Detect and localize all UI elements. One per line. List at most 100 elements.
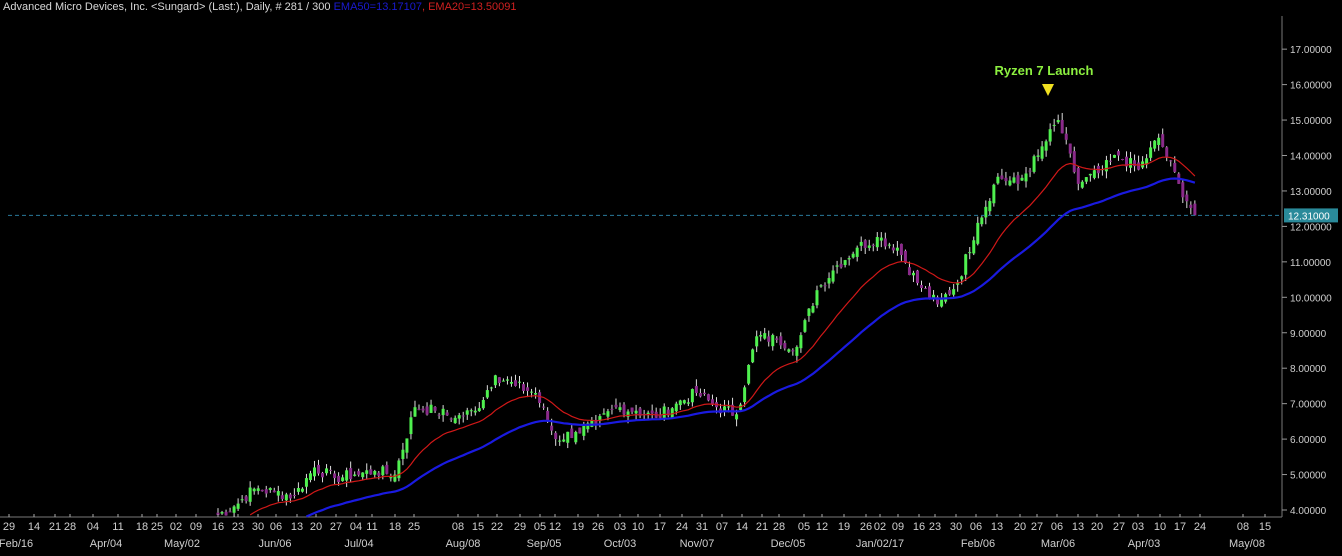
candle-down bbox=[630, 407, 634, 412]
candle-up bbox=[1024, 173, 1028, 182]
candle-down bbox=[357, 471, 361, 475]
x-month-label: May/08 bbox=[1229, 538, 1265, 550]
x-tick-label: 18 bbox=[389, 521, 401, 533]
candle-down bbox=[385, 464, 389, 474]
x-tick-label: 27 bbox=[1031, 521, 1043, 533]
candle-down bbox=[920, 284, 923, 288]
x-tick-label: 26 bbox=[592, 521, 604, 533]
candle-up bbox=[268, 488, 272, 490]
candle-up bbox=[682, 400, 686, 404]
candle-down bbox=[321, 472, 325, 478]
candle-down bbox=[775, 338, 779, 340]
x-month-label: Feb/16 bbox=[0, 538, 33, 550]
candle-up bbox=[509, 381, 513, 384]
candle-up bbox=[276, 491, 280, 496]
candle-down bbox=[767, 336, 771, 342]
x-tick-label: 16 bbox=[913, 521, 925, 533]
candle-up bbox=[341, 477, 345, 482]
x-tick-label: 13 bbox=[291, 521, 303, 533]
candle-down bbox=[791, 350, 795, 352]
x-tick-label: 15 bbox=[472, 521, 484, 533]
candle-up bbox=[690, 389, 694, 403]
candle-up bbox=[795, 346, 799, 356]
x-tick-label: 06 bbox=[970, 521, 982, 533]
x-month-label: Jun/06 bbox=[258, 538, 291, 550]
candle-down bbox=[292, 494, 296, 496]
candle-down bbox=[694, 386, 698, 394]
candle-up bbox=[678, 400, 682, 406]
candle-up bbox=[252, 488, 256, 492]
candle-up bbox=[381, 466, 385, 476]
candle-up bbox=[847, 258, 851, 260]
y-tick-label: 9.00000 bbox=[1290, 329, 1327, 340]
last-price-label: 12.31000 bbox=[1288, 211, 1330, 222]
candle-down bbox=[891, 247, 895, 251]
candle-up bbox=[747, 364, 751, 384]
annotation-marker-icon bbox=[1042, 84, 1054, 96]
candle-down bbox=[948, 290, 952, 295]
x-tick-label: 25 bbox=[151, 521, 163, 533]
x-month-label: Apr/04 bbox=[90, 538, 122, 550]
x-tick-label: 11 bbox=[112, 521, 123, 533]
candle-up bbox=[582, 425, 586, 436]
candle-down bbox=[280, 495, 284, 499]
candle-up bbox=[751, 349, 755, 363]
candle-down bbox=[1116, 151, 1120, 156]
candle-up bbox=[562, 439, 566, 442]
price-chart[interactable]: 12.31000 4.00000 5.00000 6.00000 7.00000 8.0… bbox=[0, 0, 1342, 556]
candles bbox=[216, 112, 1197, 517]
candle-down bbox=[702, 392, 706, 395]
x-tick-label: 23 bbox=[929, 521, 941, 533]
y-tick-label: 11.00000 bbox=[1290, 258, 1331, 269]
candle-up bbox=[1080, 181, 1084, 188]
candle-down bbox=[1108, 160, 1112, 162]
x-month-label: Aug/08 bbox=[446, 538, 481, 550]
candle-down bbox=[522, 384, 526, 391]
candle-up bbox=[530, 391, 534, 393]
candle-up bbox=[453, 417, 457, 424]
candle-up bbox=[807, 308, 811, 316]
candle-up bbox=[763, 333, 767, 339]
candle-up bbox=[1052, 124, 1056, 126]
chart-frame bbox=[0, 16, 1283, 518]
price-axis: 4.00000 5.00000 6.00000 7.00000 8.00000 9.000… bbox=[1282, 45, 1332, 517]
candle-down bbox=[1165, 147, 1169, 157]
x-tick-label: 13 bbox=[1072, 521, 1084, 533]
candle-up bbox=[964, 254, 968, 275]
candle-down bbox=[1016, 175, 1020, 184]
candle-up bbox=[815, 290, 819, 306]
x-tick-label: 10 bbox=[632, 521, 644, 533]
x-month-label: Feb/06 bbox=[961, 538, 995, 550]
candle-up bbox=[634, 410, 638, 414]
candle-up bbox=[743, 387, 747, 403]
candle-up bbox=[232, 506, 236, 513]
candle-up bbox=[401, 449, 405, 459]
candle-up bbox=[248, 487, 252, 502]
y-tick-label: 4.00000 bbox=[1290, 506, 1327, 517]
candle-up bbox=[1040, 146, 1044, 159]
candle-down bbox=[554, 432, 558, 440]
y-tick-label: 6.00000 bbox=[1290, 435, 1327, 446]
candle-down bbox=[538, 392, 542, 403]
candle-up bbox=[429, 404, 433, 413]
x-tick-label: 05 bbox=[798, 521, 810, 533]
candle-up bbox=[1012, 177, 1016, 183]
x-tick-label: 03 bbox=[1132, 521, 1144, 533]
candle-down bbox=[244, 496, 248, 502]
candle-down bbox=[823, 285, 827, 287]
candle-down bbox=[863, 240, 867, 248]
candle-down bbox=[288, 494, 292, 499]
x-month-label: Jul/04 bbox=[344, 538, 373, 550]
candle-up bbox=[1048, 129, 1052, 142]
candle-down bbox=[1169, 160, 1173, 162]
candle-down bbox=[1000, 175, 1004, 179]
x-tick-label: 02 bbox=[170, 521, 182, 533]
candle-down bbox=[1137, 162, 1141, 170]
candle-up bbox=[1036, 155, 1040, 157]
x-tick-label: 06 bbox=[1051, 521, 1063, 533]
candle-down bbox=[425, 406, 429, 415]
candle-down bbox=[907, 267, 911, 276]
x-tick-label: 27 bbox=[330, 521, 342, 533]
candle-up bbox=[518, 381, 521, 383]
x-tick-label: 20 bbox=[1091, 521, 1103, 533]
